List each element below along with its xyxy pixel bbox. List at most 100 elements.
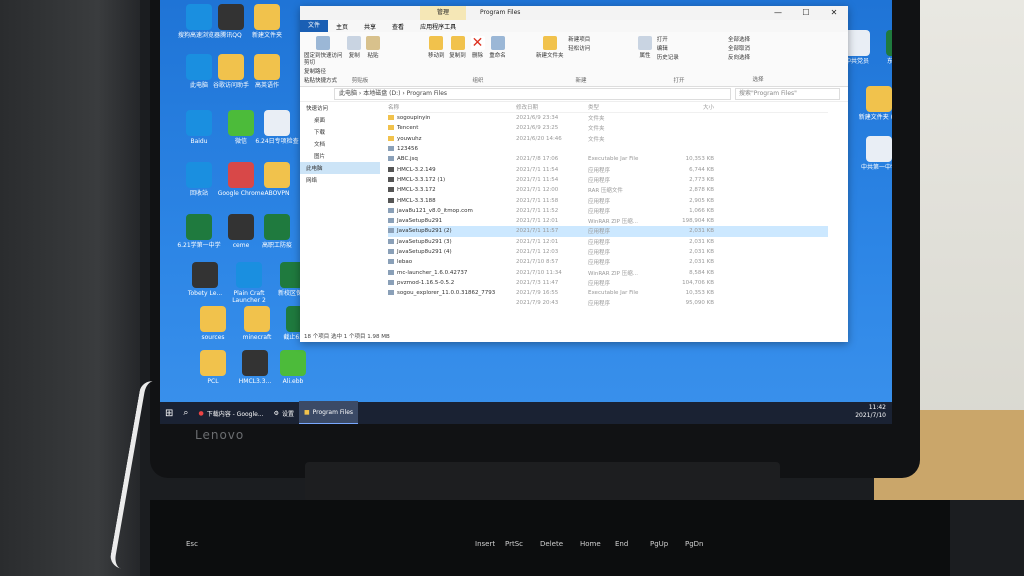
search-button[interactable]: ⌕ [178, 402, 193, 424]
rename-button[interactable]: 重命名 [489, 36, 506, 59]
easy-access-button[interactable]: 轻松访问 [568, 45, 590, 54]
tab-app-tools[interactable]: 应用程序工具 [412, 22, 464, 31]
file-row[interactable]: JavaSetup8u291 2021/7/1 12:01 WinRAR ZIP 压… [388, 216, 828, 226]
file-name: HMCL-3.2.149 [388, 166, 516, 173]
file-row[interactable]: Tencent 2021/6/9 23:25 文件夹 [388, 123, 828, 133]
open-button[interactable]: 打开 [657, 36, 679, 45]
desktop-icon[interactable]: 新建文件夹 [238, 4, 296, 39]
file-row[interactable]: 123456 [388, 144, 828, 154]
folder-icon: ■ [303, 408, 310, 416]
properties-icon [638, 36, 652, 50]
file-row[interactable]: HMCL-3.3.188 2021/7/1 11:58 应用程序 2,905 KB [388, 195, 828, 205]
maximize-icon[interactable]: ☐ [792, 6, 820, 20]
folder-move-icon [429, 36, 444, 50]
nav-item[interactable]: 此电脑 [300, 162, 380, 174]
file-row[interactable]: lebao 2021/7/10 8:57 应用程序 2,031 KB [388, 257, 828, 267]
wall-left [0, 0, 140, 576]
column-date[interactable]: 修改日期 [516, 103, 588, 111]
folder-icon [254, 4, 280, 30]
search-input[interactable]: 搜索"Program Files" [735, 88, 840, 100]
file-size: 2,878 KB [689, 187, 714, 194]
file-row[interactable]: HMCL-3.3.172 2021/7/1 12:00 RAR 压缩文件 2,878 … [388, 185, 828, 195]
history-button[interactable]: 历史记录 [657, 54, 679, 63]
file-row[interactable]: java8u121_v8.0_itmop.com 2021/7/1 11:52 应用… [388, 206, 828, 216]
file-row[interactable]: sogoupinyin 2021/6/9 23:34 文件夹 [388, 113, 828, 123]
pin-button[interactable]: 固定到快速访问 [304, 36, 343, 59]
file-row[interactable]: HMCL-3.3.172 (1) 2021/7/1 11:54 应用程序 2,773 … [388, 175, 828, 185]
desktop-icon[interactable]: 高职工防疫 [248, 214, 306, 249]
tab-view[interactable]: 查看 [384, 22, 412, 31]
file-row[interactable]: mc-launcher_1.6.0.42737 2021/7/10 11:34 Wi… [388, 267, 828, 277]
file-name: HMCL-3.3.172 (1) [388, 176, 516, 183]
windows-icon: ⊞ [165, 407, 174, 419]
desktop-icon[interactable]: 高英语作 [238, 54, 296, 89]
file-icon [388, 176, 394, 182]
desktop-icon[interactable]: 东宋卫生 [870, 30, 892, 65]
laptop-brand: Lenovo [195, 428, 245, 442]
file-row[interactable]: sogou_explorer_11.0.0.31862_7793 2021/7/9… [388, 288, 828, 298]
file-row[interactable]: youwuhz 2021/6/20 14:46 文件夹 [388, 134, 828, 144]
minimize-icon[interactable]: — [764, 6, 792, 20]
select-all-button[interactable]: 全部选择 [728, 36, 788, 45]
start-button[interactable]: ⊞ [160, 402, 178, 424]
tab-home[interactable]: 主页 [328, 22, 356, 31]
new-folder-button[interactable]: 新建文件夹 [536, 36, 564, 59]
nav-item[interactable]: 桌面 [300, 114, 380, 126]
select-none-button[interactable]: 全部取消 [728, 45, 788, 54]
taskbar-settings[interactable]: ⚙ 设置 [269, 402, 299, 424]
file-row[interactable]: HMCL-3.2.149 2021/7/1 11:54 应用程序 6,744 KB [388, 164, 828, 174]
file-row[interactable]: JavaSetup8u291 (2) 2021/7/1 11:57 应用程序 2,03… [388, 226, 828, 237]
keyboard-key: PgUp [650, 540, 669, 548]
nav-item[interactable]: 快速访问 [300, 102, 380, 114]
edit-button[interactable]: 编辑 [657, 45, 679, 54]
nav-item[interactable]: 网络 [300, 174, 380, 186]
tab-file[interactable]: 文件 [300, 20, 329, 32]
nav-item[interactable]: 文档 [300, 138, 380, 150]
new-item-button[interactable]: 新建项目 [568, 36, 590, 45]
column-size[interactable]: 大小 [654, 103, 714, 111]
keyboard-key: End [615, 540, 629, 548]
file-type: 应用程序 [588, 280, 611, 287]
file-type: 应用程序 [588, 250, 611, 256]
tab-share[interactable]: 共享 [356, 22, 384, 31]
taskbar-chrome[interactable]: ● 下载内容 - Google... [193, 402, 268, 424]
recycle-bin-icon [186, 162, 212, 188]
file-icon [388, 146, 394, 152]
cut-button[interactable]: 剪切 [304, 59, 337, 68]
file-date: 2021/7/1 11:54 [516, 176, 559, 183]
file-row[interactable]: JavaSetup8u291 (4) 2021/7/1 12:03 应用程序 2,03… [388, 247, 828, 257]
address-bar[interactable]: 此电脑 › 本地磁盘 (D:) › Program Files [334, 88, 731, 100]
properties-button[interactable]: 属性 [638, 36, 652, 59]
system-tray-clock[interactable]: 11:42 2021/7/10 [855, 404, 886, 420]
excel-icon [186, 214, 212, 240]
invert-selection-button[interactable]: 反向选择 [728, 54, 788, 63]
file-row[interactable]: pvzmod-1.16.5-0.5.2 2021/7/3 11:47 应用程序 104… [388, 278, 828, 288]
nav-item[interactable]: 图片 [300, 150, 380, 162]
taskbar-explorer[interactable]: ■ Program Files [298, 401, 359, 424]
file-icon [388, 228, 394, 234]
file-row[interactable]: JavaSetup8u291 (3) 2021/7/1 12:01 应用程序 2,03… [388, 237, 828, 247]
laptop-hinge [305, 462, 780, 502]
copy-button[interactable]: 复制 [347, 36, 362, 59]
file-row[interactable]: 2021/7/9 20:43 应用程序 95,090 KB [388, 298, 828, 308]
copy-to-button[interactable]: 复制到 [449, 36, 466, 59]
file-icon [388, 269, 394, 275]
desktop-icon[interactable]: Ali.ebb [264, 350, 322, 385]
close-icon[interactable]: ✕ [820, 6, 848, 20]
file-row[interactable]: ABC.jsq 2021/7/8 17:06 Executable Jar File… [388, 154, 828, 164]
paste-button[interactable]: 粘贴 [366, 36, 381, 59]
file-date: 2021/6/9 23:25 [516, 125, 559, 132]
column-name[interactable]: 名称 [388, 103, 516, 111]
delete-button[interactable]: ✕ 删除 [470, 36, 485, 59]
desktop-icon[interactable]: 新建文件夹 (2) [850, 86, 892, 121]
move-to-button[interactable]: 移动到 [428, 36, 445, 59]
file-name: JavaSetup8u291 (3) [388, 238, 516, 245]
column-type[interactable]: 类型 [588, 103, 654, 111]
nav-item[interactable]: 下载 [300, 126, 380, 138]
desktop-icon[interactable]: 中共第一中学 [850, 136, 892, 171]
desktop-icon[interactable]: ABOVPN [248, 162, 306, 197]
manage-tab[interactable]: 管理 [420, 6, 466, 20]
file-date: 2021/7/1 11:52 [516, 207, 559, 214]
desktop-icon[interactable]: 6.24日专项检查 [248, 110, 306, 145]
file-name: JavaSetup8u291 (4) [388, 249, 516, 255]
